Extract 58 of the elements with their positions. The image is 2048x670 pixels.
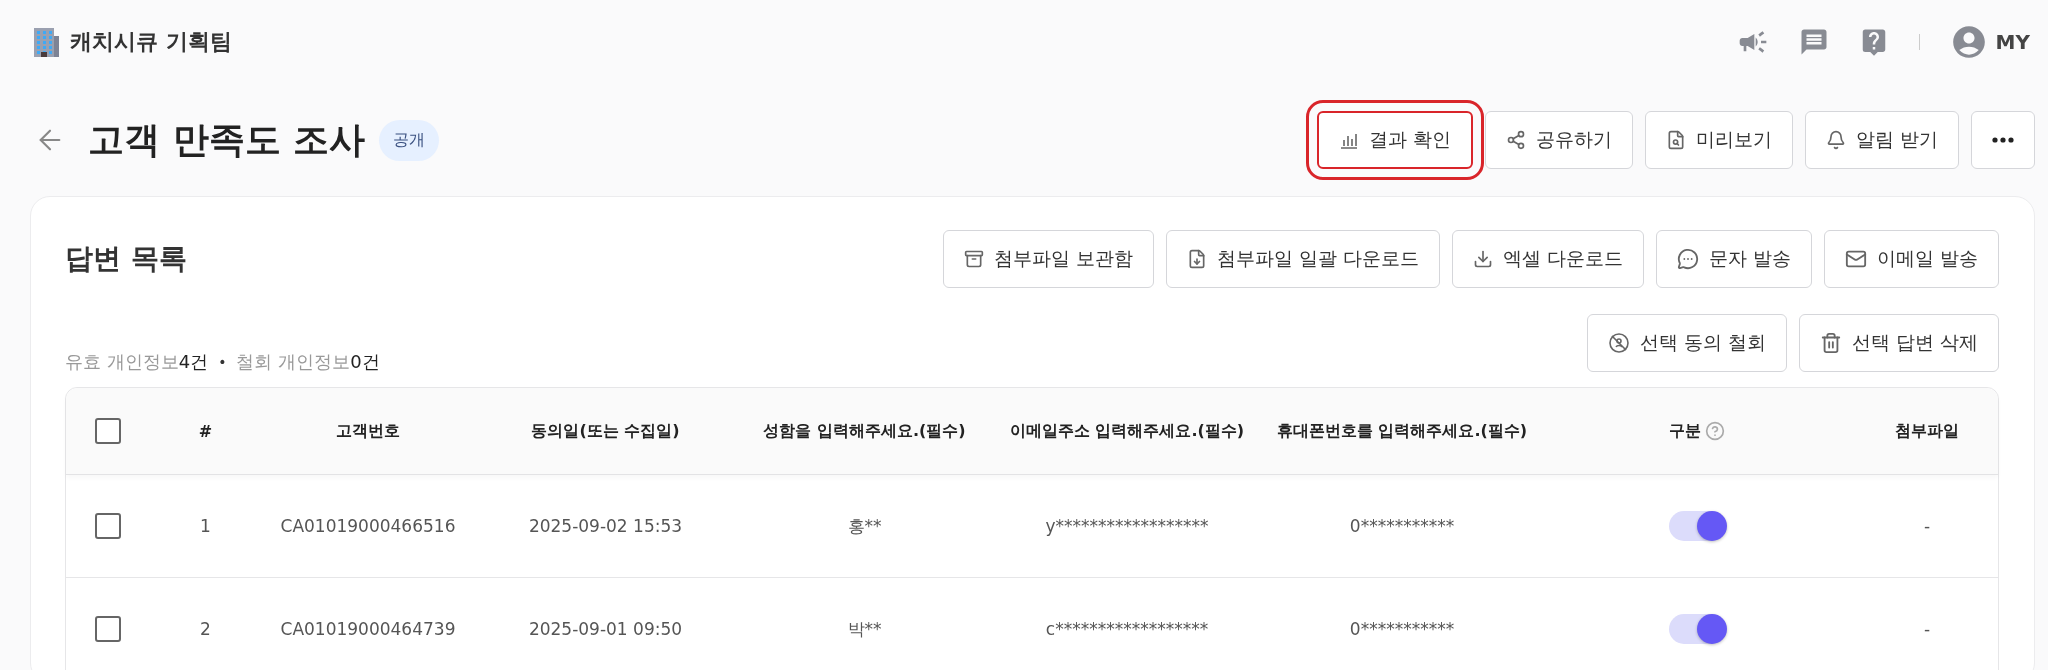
team-name: 캐치시큐 기획팀 [70, 28, 232, 56]
visibility-badge: 공개 [379, 119, 440, 161]
mail-icon [1844, 248, 1867, 270]
column-header: # [198, 421, 213, 441]
column-header: 구분 [1669, 420, 1701, 442]
more-icon [1992, 137, 2014, 143]
toggle-switch[interactable] [1669, 614, 1725, 644]
row-checkbox[interactable] [94, 513, 121, 539]
excel-download-button[interactable]: 엑셀 다운로드 [1451, 230, 1644, 288]
table-cell: 2025-09-02 15:53 [528, 516, 683, 536]
toggle-switch[interactable] [1669, 511, 1725, 541]
stat-count: 4건 [178, 350, 209, 374]
notify-button[interactable]: 알림 받기 [1804, 111, 1959, 169]
table-cell: 0*********** [1349, 516, 1455, 536]
column-header: 이메일주소 입력해주세요.(필수) [1009, 420, 1245, 442]
share-icon [1505, 130, 1526, 150]
table-cell: - [1923, 516, 1931, 536]
chat-bubble-icon [1676, 248, 1699, 270]
download-icon [1472, 249, 1493, 269]
table-cell: CA01019000466516 [280, 516, 456, 536]
revoke-consent-button[interactable]: 선택 동의 철회 [1586, 314, 1787, 372]
separator: • [218, 354, 227, 370]
revoke-icon [1607, 332, 1630, 354]
row-checkbox[interactable] [94, 616, 121, 642]
archive-button[interactable]: 첨부파일 보관함 [942, 230, 1154, 288]
page-title: 고객 만족도 조사 [88, 117, 366, 162]
share-button[interactable]: 공유하기 [1484, 111, 1633, 169]
more-button[interactable] [1971, 111, 2035, 169]
table-cell: 0*********** [1349, 619, 1455, 639]
column-header: 첨부파일 [1895, 420, 1959, 442]
column-header: 고객번호 [336, 420, 400, 442]
table-cell: 2025-09-01 09:50 [528, 619, 683, 639]
table-cell: 박** [847, 617, 882, 641]
table-cell: 1 [200, 516, 211, 536]
stat-count: 0건 [350, 350, 380, 374]
column-header: 동의일(또는 수집일) [531, 420, 680, 442]
column-header: 성함을 입력해주세요.(필수) [763, 420, 966, 442]
bulk-download-button[interactable]: 첨부파일 일괄 다운로드 [1165, 230, 1440, 288]
help-icon[interactable] [1705, 421, 1725, 441]
table-cell: 2 [200, 619, 211, 639]
table-cell: y****************** [1045, 516, 1209, 536]
card-title: 답변 목록 [65, 241, 187, 277]
archive-icon [963, 249, 984, 269]
table-cell: CA01019000464739 [280, 619, 456, 639]
user-label[interactable]: MY [1995, 30, 2030, 54]
stat-label: 철회 개인정보 [236, 350, 351, 374]
sms-button[interactable]: 문자 발송 [1655, 230, 1812, 288]
bell-icon [1825, 130, 1846, 150]
delete-button[interactable]: 선택 답변 삭제 [1798, 314, 1999, 372]
stat-label: 유효 개인정보 [65, 350, 179, 374]
preview-button[interactable]: 미리보기 [1644, 111, 1793, 169]
email-button[interactable]: 이메일 발송 [1823, 230, 1999, 288]
column-header: 휴대폰번호를 입력해주세요.(필수) [1276, 420, 1528, 442]
table-cell: c****************** [1045, 619, 1209, 639]
table-cell: - [1923, 619, 1931, 639]
table-cell: 홍** [847, 514, 882, 538]
select-all-checkbox[interactable] [94, 418, 121, 444]
trash-icon [1819, 332, 1842, 354]
